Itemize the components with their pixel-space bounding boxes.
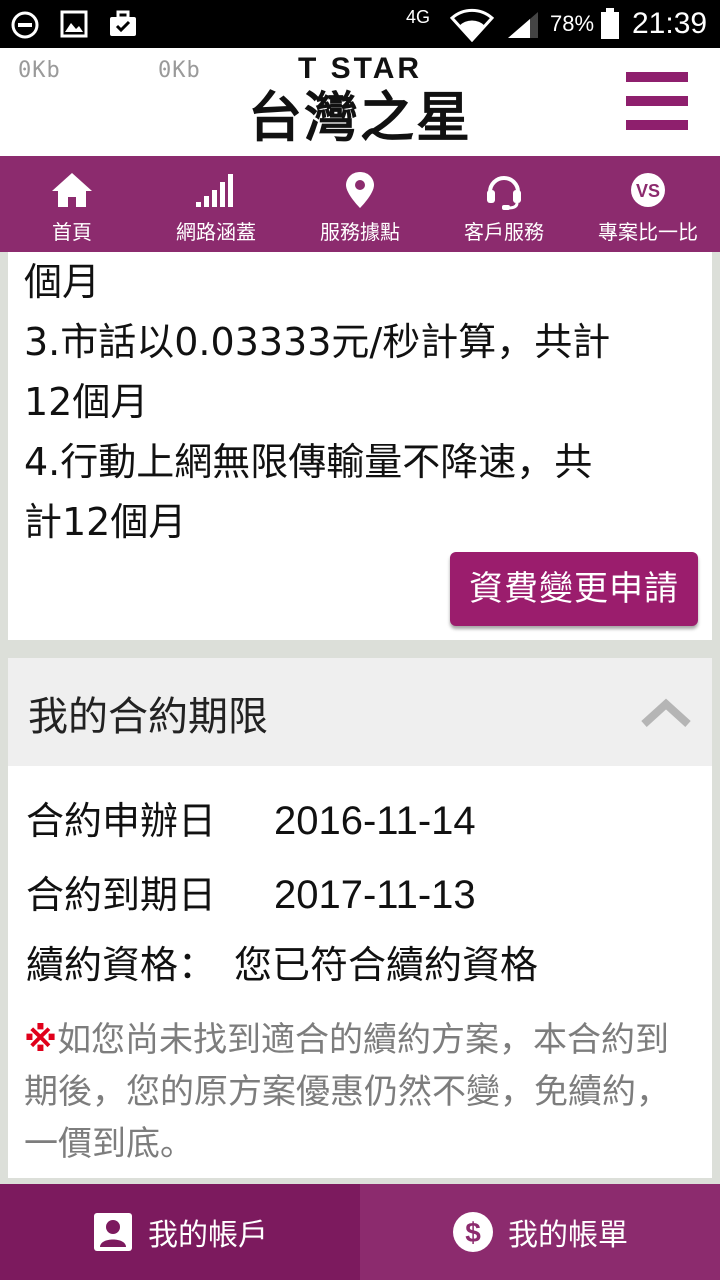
svg-text:VS: VS (636, 181, 660, 201)
renewal-label: 續約資格： (26, 943, 217, 987)
contract-title: 我的合約期限 (28, 694, 268, 740)
tab-my-bill[interactable]: $ 我的帳單 (360, 1184, 720, 1280)
nav-label: 服務據點 (320, 220, 400, 244)
plan-details-card: 個月 3.市話以0.03333元/秒計算，共計 12個月 4.行動上網無限傳輸量… (8, 252, 712, 640)
content-scroll-area[interactable]: 個月 3.市話以0.03333元/秒計算，共計 12個月 4.行動上網無限傳輸量… (0, 252, 720, 1184)
top-nav: 首頁 網路涵蓋 服務據點 客戶服務 VS 專案比一比 (0, 156, 720, 252)
nav-locations[interactable]: 服務據點 (288, 156, 432, 252)
plan-line: 個月 (24, 260, 101, 304)
nav-plan-compare[interactable]: VS 專案比一比 (576, 156, 720, 252)
nav-label: 客戶服務 (464, 220, 544, 244)
plan-line: 12個月 (24, 380, 149, 424)
user-account-icon (94, 1213, 132, 1251)
clock: 21:39 (632, 7, 708, 40)
app-header: 0Kb 0Kb T STAR 台灣之星 (0, 48, 720, 156)
upload-speed: 0Kb (18, 58, 61, 83)
change-plan-button[interactable]: 資費變更申請 (450, 552, 698, 626)
contract-start-label: 合約申辦日 (26, 799, 217, 843)
contract-start-row: 合約申辦日 2016-11-14 (26, 790, 476, 845)
headset-icon (482, 170, 526, 210)
hamburger-menu-icon[interactable] (626, 72, 688, 130)
contract-end-label: 合約到期日 (26, 873, 217, 917)
cell-signal-icon (508, 12, 538, 38)
plan-line: 計12個月 (24, 500, 187, 544)
briefcase-check-icon (110, 10, 136, 36)
renewal-status: 您已符合續約資格 (234, 943, 539, 987)
notice-mark-icon: ※ (24, 1020, 58, 1060)
wifi-icon (450, 8, 494, 42)
nav-home[interactable]: 首頁 (0, 156, 144, 252)
do-not-disturb-icon (11, 11, 39, 39)
contract-start-date: 2016-11-14 (274, 799, 476, 843)
logo-chinese: 台灣之星 (248, 86, 472, 149)
contract-end-date: 2017-11-13 (274, 873, 476, 917)
renewal-notice: ※如您尚未找到適合的續約方案，本合約到期後，您的原方案優惠仍然不變，免續約，一價… (24, 1014, 696, 1170)
plan-line: 4.行動上網無限傳輸量不降速，共 (24, 440, 593, 484)
contract-period-card: 我的合約期限 合約申辦日 2016-11-14 合約到期日 2017-11-13 續… (8, 658, 712, 1178)
download-speed: 0Kb (158, 58, 201, 83)
network-type: 4G (406, 7, 431, 27)
renewal-eligibility-row: 續約資格： 您已符合續約資格 (26, 934, 538, 989)
nav-label: 網路涵蓋 (176, 220, 256, 244)
vs-icon: VS (626, 170, 670, 210)
tab-my-account[interactable]: 我的帳戶 (0, 1184, 360, 1280)
home-icon (50, 170, 94, 210)
chevron-up-icon[interactable] (640, 696, 692, 730)
logo-tstar: T STAR (297, 52, 423, 85)
dollar-icon: $ (453, 1212, 493, 1252)
nav-label: 首頁 (52, 220, 92, 244)
notice-text: 如您尚未找到適合的續約方案，本合約到期後，您的原方案優惠仍然不變，免續約，一價到… (24, 1020, 670, 1164)
location-pin-icon (338, 170, 382, 210)
nav-label: 專案比一比 (598, 220, 698, 244)
status-bar: 4G 78% 21:39 (0, 0, 720, 48)
contract-section-header[interactable]: 我的合約期限 (8, 658, 712, 766)
contract-end-row: 合約到期日 2017-11-13 (26, 864, 476, 919)
tab-label: 我的帳單 (508, 1218, 628, 1253)
plan-line: 3.市話以0.03333元/秒計算，共計 (24, 320, 611, 364)
svg-text:$: $ (465, 1217, 481, 1248)
bottom-tab-bar: 我的帳戶 $ 我的帳單 (0, 1184, 720, 1280)
nav-customer-service[interactable]: 客戶服務 (432, 156, 576, 252)
tab-label: 我的帳戶 (148, 1218, 268, 1253)
signal-bars-icon (194, 170, 238, 210)
gallery-icon (60, 10, 88, 38)
plan-description: 個月 3.市話以0.03333元/秒計算，共計 12個月 4.行動上網無限傳輸量… (24, 252, 704, 552)
battery-icon (601, 8, 619, 39)
battery-percent: 78% (550, 11, 595, 36)
nav-coverage[interactable]: 網路涵蓋 (144, 156, 288, 252)
